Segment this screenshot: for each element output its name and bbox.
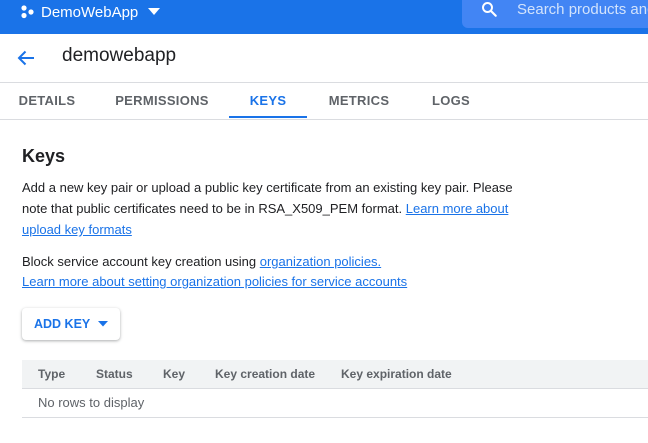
column-header-key-expiration-date[interactable]: Key expiration date [341,360,452,388]
tab-details[interactable]: DETAILS [0,83,94,118]
back-arrow-icon[interactable] [16,48,36,68]
search-box[interactable] [462,0,648,28]
learn-more-policies-link[interactable]: Learn more about setting organization po… [22,274,407,289]
empty-table-message: No rows to display [22,389,648,418]
block-text: Block service account key creation using [22,254,257,269]
tab-bar: DETAILS PERMISSIONS KEYS METRICS LOGS [0,83,648,120]
project-name: DemoWebApp [41,3,139,21]
chevron-down-icon [148,8,161,15]
tab-metrics[interactable]: METRICS [320,83,398,118]
organization-policies-link[interactable]: organization policies. [260,254,381,269]
column-header-key[interactable]: Key [163,360,185,388]
page-header: demowebapp [0,34,648,83]
caret-down-icon [98,321,109,327]
table-header: Type Status Key Key creation date Key ex… [22,360,648,389]
org-policy-note: Block service account key creation using… [22,252,582,292]
add-key-label: ADD KEY [34,317,91,331]
keys-table: Type Status Key Key creation date Key ex… [22,360,648,418]
column-header-status[interactable]: Status [96,360,133,388]
search-icon [482,2,497,17]
tab-permissions[interactable]: PERMISSIONS [106,83,218,118]
search-input[interactable] [517,0,648,20]
keys-heading: Keys [22,146,66,166]
tab-keys[interactable]: KEYS [229,83,307,118]
project-dots-icon [21,5,34,19]
top-app-bar: DemoWebApp [0,0,648,34]
column-header-type[interactable]: Type [38,360,65,388]
page-title: demowebapp [62,45,177,66]
add-key-button[interactable]: ADD KEY [22,308,120,340]
project-selector[interactable]: DemoWebApp [20,2,161,22]
column-header-key-creation-date[interactable]: Key creation date [215,360,315,388]
keys-description: Add a new key pair or upload a public ke… [22,177,522,240]
tab-logs[interactable]: LOGS [420,83,482,118]
